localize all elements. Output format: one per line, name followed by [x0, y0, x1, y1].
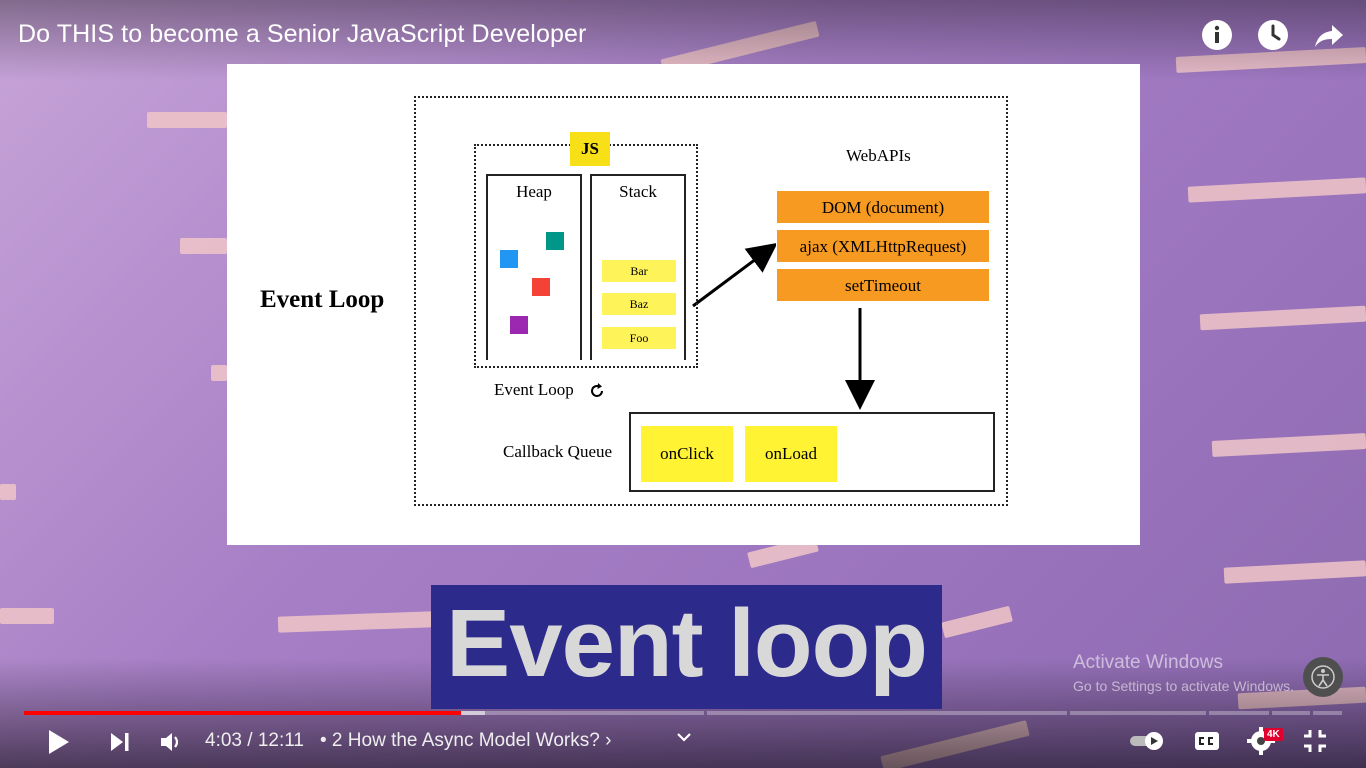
accessibility-icon: [1311, 665, 1335, 689]
stack-column: Stack Bar Baz Foo: [590, 174, 686, 360]
bg-stripe: [147, 112, 227, 128]
chapter-segment[interactable]: [707, 711, 1067, 715]
bg-stripe: [1199, 305, 1366, 331]
info-icon[interactable]: [1200, 18, 1234, 52]
heap-label: Heap: [516, 182, 552, 201]
top-controls: [1200, 18, 1346, 52]
autoplay-toggle[interactable]: [1128, 728, 1166, 754]
webapi-item: DOM (document): [776, 190, 990, 224]
watch-later-icon[interactable]: [1256, 18, 1290, 52]
time-separator: /: [241, 730, 258, 751]
progress-played: [24, 711, 461, 715]
chapter-segment[interactable]: [1070, 711, 1206, 715]
chapter-title[interactable]: • 2 How the Async Model Works? ›: [320, 730, 611, 752]
callback-queue-label: Callback Queue: [503, 442, 613, 461]
stack-label: Stack: [619, 182, 657, 201]
captions-icon[interactable]: [1193, 728, 1221, 754]
callback-queue-box: onClick onLoad: [629, 412, 995, 492]
video-caption: Event loop: [431, 585, 942, 709]
heap-object: [546, 232, 564, 250]
refresh-icon: [591, 383, 603, 397]
quality-badge: 4K: [1264, 728, 1283, 741]
volume-icon[interactable]: [158, 724, 184, 760]
js-engine-box: JS Heap Stack Bar Baz Foo: [474, 132, 698, 368]
heap-object: [500, 250, 518, 268]
bg-stripe: [277, 611, 433, 633]
share-icon[interactable]: [1312, 18, 1346, 52]
chevron-down-icon[interactable]: [674, 724, 694, 752]
watermark-line2: Go to Settings to activate Windows.: [1073, 678, 1294, 694]
accessibility-button[interactable]: [1303, 657, 1343, 697]
progress-bar[interactable]: [24, 711, 1342, 715]
player-controls: 4:03 / 12:11 • 2 How the Async Model Wor…: [0, 720, 1366, 764]
heap-object: [532, 278, 550, 296]
exit-fullscreen-icon[interactable]: [1302, 728, 1328, 754]
webapi-item: ajax (XMLHttpRequest): [776, 229, 990, 263]
bg-stripe: [1211, 432, 1366, 458]
bg-stripe: [1223, 560, 1366, 584]
callback-item: onClick: [641, 426, 733, 482]
slide-heading: Event Loop: [260, 286, 385, 313]
heap-column: Heap: [486, 174, 582, 360]
runtime-box: JS Heap Stack Bar Baz Foo Event Loop Web…: [414, 96, 1008, 506]
chapter-segment[interactable]: [1272, 711, 1310, 715]
play-icon[interactable]: [46, 724, 72, 760]
chapter-segment[interactable]: [1209, 711, 1269, 715]
stack-frame: Bar: [602, 260, 676, 282]
activate-windows-watermark: Activate Windows Go to Settings to activ…: [1073, 652, 1294, 694]
heap-object: [510, 316, 528, 334]
bg-stripe: [0, 608, 54, 624]
webapi-item: setTimeout: [776, 268, 990, 302]
stack-frame: Foo: [602, 327, 676, 349]
callback-item: onLoad: [745, 426, 837, 482]
bg-stripe: [0, 484, 16, 500]
webapis-label: WebAPIs: [846, 146, 911, 165]
slide: Event Loop JS Heap Stack Bar Baz Foo Eve…: [227, 64, 1140, 545]
next-icon[interactable]: [108, 724, 134, 760]
time-display: 4:03 / 12:11: [205, 730, 304, 752]
js-badge: JS: [570, 132, 610, 166]
duration: 12:11: [257, 730, 304, 751]
bg-stripe: [941, 605, 1013, 639]
bg-stripe: [1187, 177, 1366, 203]
video-title[interactable]: Do THIS to become a Senior JavaScript De…: [18, 20, 586, 49]
stack-to-webapis-arrow: [692, 242, 778, 308]
bg-stripe: [180, 238, 227, 254]
chapter-segment[interactable]: [1313, 711, 1342, 715]
current-time: 4:03: [205, 730, 242, 751]
event-loop-label: Event Loop: [494, 380, 574, 399]
stack-frame: Baz: [602, 293, 676, 315]
bg-stripe: [211, 365, 227, 381]
watermark-line1: Activate Windows: [1073, 652, 1223, 673]
